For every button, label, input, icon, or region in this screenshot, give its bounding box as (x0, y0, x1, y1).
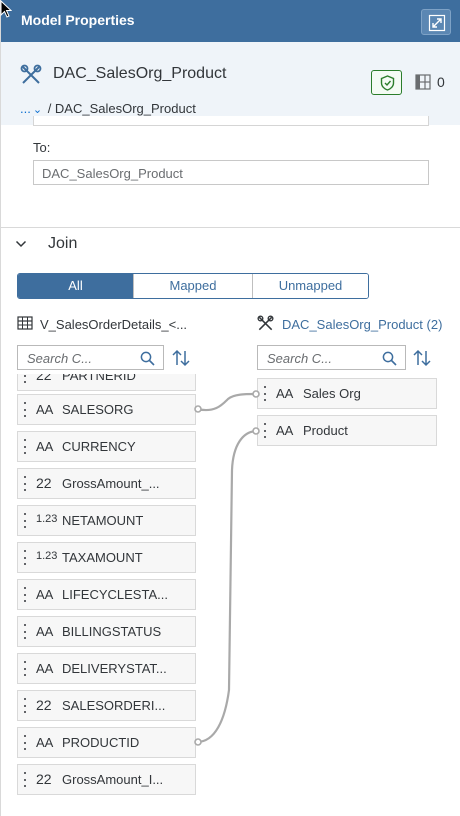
title-bar: Model Properties (1, 0, 460, 42)
expand-icon (428, 14, 446, 32)
target-search-placeholder: Search C... (267, 351, 333, 366)
source-sort-icon[interactable] (171, 349, 191, 367)
column-name: Sales Org (303, 386, 361, 401)
list-item[interactable]: AA BILLINGSTATUS (17, 616, 196, 647)
drag-handle[interactable] (24, 439, 27, 454)
columns-icon (415, 74, 431, 90)
drag-handle[interactable] (24, 513, 27, 528)
type-icon: AA (36, 439, 54, 454)
list-item[interactable]: 22 PARTNERID (17, 374, 196, 391)
filter-mapped[interactable]: Mapped (134, 274, 253, 298)
list-item[interactable]: AA LIFECYCLESTA... (17, 579, 196, 610)
type-icon: AA (276, 423, 294, 438)
list-item[interactable]: 22 GrossAmount_I... (17, 764, 196, 795)
panel-header: Model Properties DAC_SalesOrg_Product 0 … (0, 0, 460, 125)
privacy-button[interactable] (371, 70, 402, 95)
type-icon: 22 (36, 771, 52, 787)
drag-handle[interactable] (24, 624, 27, 639)
shield-icon (380, 75, 395, 91)
column-name: NETAMOUNT (62, 513, 144, 528)
drag-handle[interactable] (24, 698, 27, 713)
column-name: SALESORG (62, 402, 134, 417)
wrench-cross-icon (257, 315, 274, 331)
target-sort-icon[interactable] (412, 349, 432, 367)
column-name: BILLINGSTATUS (62, 624, 162, 639)
source-column-list[interactable]: 22 PARTNERID AA SALESORG AA CURRENCY 22 … (17, 374, 199, 802)
column-name: Product (303, 423, 348, 438)
type-icon: AA (36, 735, 54, 750)
type-icon: 1.23 (36, 513, 58, 525)
drag-handle[interactable] (264, 386, 267, 401)
list-item[interactable]: AA Product (257, 415, 437, 446)
list-item[interactable]: AA CURRENCY (17, 431, 196, 462)
breadcrumb[interactable]: ... ⌄ / DAC_SalesOrg_Product (20, 101, 196, 116)
column-name: PRODUCTID (62, 735, 140, 750)
column-name: SALESORDERI... (62, 698, 166, 713)
drag-handle[interactable] (24, 402, 27, 417)
type-icon: 1.23 (36, 550, 58, 562)
table-icon (17, 316, 33, 330)
breadcrumb-overflow[interactable]: ... (20, 101, 31, 116)
wrench-cross-icon (20, 64, 42, 84)
section-divider (0, 227, 460, 228)
mouse-cursor (0, 0, 12, 18)
column-name: GrossAmount_... (62, 476, 160, 491)
drag-handle[interactable] (24, 587, 27, 602)
panel-title: Model Properties (21, 12, 135, 28)
type-icon: AA (36, 402, 54, 417)
target-title[interactable]: DAC_SalesOrg_Product (2) (282, 317, 442, 332)
source-search-input[interactable]: Search C... (17, 345, 164, 370)
drag-handle[interactable] (24, 476, 27, 491)
panel-left-border (0, 125, 1, 816)
list-item[interactable]: 1.23 NETAMOUNT (17, 505, 196, 536)
mapping-link-salesorg (196, 392, 258, 412)
target-search-input[interactable]: Search C... (257, 345, 406, 370)
mapping-link-productid (196, 429, 258, 744)
type-icon: AA (276, 386, 294, 401)
list-item[interactable]: AA SALESORG (17, 394, 196, 425)
search-icon[interactable] (140, 351, 155, 366)
column-name: CURRENCY (62, 439, 136, 454)
column-name: PARTNERID (62, 374, 136, 383)
column-name: TAXAMOUNT (62, 550, 143, 565)
drag-handle[interactable] (24, 772, 27, 787)
type-icon: AA (36, 624, 54, 639)
filter-all[interactable]: All (18, 274, 134, 298)
chevron-down-icon[interactable]: ⌄ (33, 104, 42, 116)
drag-handle[interactable] (24, 374, 27, 383)
list-item[interactable]: AA PRODUCTID (17, 727, 196, 758)
type-icon: AA (36, 661, 54, 676)
source-title: V_SalesOrderDetails_<... (40, 317, 188, 332)
join-section-title: Join (48, 235, 78, 252)
column-name: GrossAmount_I... (62, 772, 164, 787)
to-field[interactable]: DAC_SalesOrg_Product (33, 160, 429, 185)
search-icon[interactable] (382, 351, 397, 366)
type-icon: 22 (36, 697, 52, 713)
drag-handle[interactable] (24, 550, 27, 565)
list-item[interactable]: 22 SALESORDERI... (17, 690, 196, 721)
object-title: DAC_SalesOrg_Product (53, 65, 227, 82)
filter-unmapped[interactable]: Unmapped (253, 274, 368, 298)
from-field[interactable] (33, 116, 429, 126)
drag-handle[interactable] (24, 735, 27, 750)
drag-handle[interactable] (264, 423, 267, 438)
type-icon: AA (36, 587, 54, 602)
breadcrumb-current: / DAC_SalesOrg_Product (47, 101, 196, 116)
collapse-join-icon[interactable] (15, 238, 27, 250)
expand-button[interactable] (421, 9, 451, 35)
list-item[interactable]: AA DELIVERYSTAT... (17, 653, 196, 684)
drag-handle[interactable] (24, 661, 27, 676)
join-filter-segmented: All Mapped Unmapped (17, 273, 369, 299)
source-search-placeholder: Search C... (27, 351, 93, 366)
to-label: To: (33, 140, 51, 155)
column-count: 0 (437, 74, 445, 90)
type-icon: 22 (36, 374, 52, 383)
list-item[interactable]: 1.23 TAXAMOUNT (17, 542, 196, 573)
type-icon: 22 (36, 475, 52, 491)
column-name: DELIVERYSTAT... (62, 661, 167, 676)
list-item[interactable]: AA Sales Org (257, 378, 437, 409)
column-name: LIFECYCLESTA... (62, 587, 168, 602)
list-item[interactable]: 22 GrossAmount_... (17, 468, 196, 499)
